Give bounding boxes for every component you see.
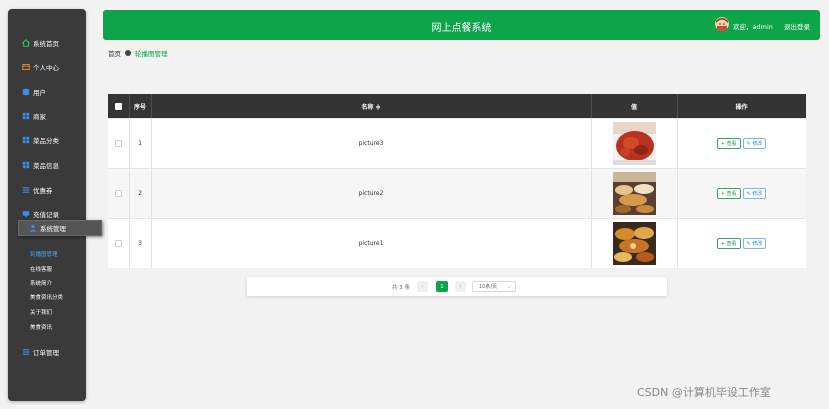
row-image	[612, 222, 656, 265]
view-button[interactable]: + 查看	[716, 138, 741, 149]
sidebar-item-orders[interactable]: 订单管理	[8, 344, 86, 360]
header-name[interactable]: 名称 ≑	[151, 94, 591, 118]
row-index: 2	[138, 190, 142, 197]
edit-button[interactable]: ✎ 修改	[742, 188, 767, 199]
prev-page-button[interactable]: ‹	[417, 281, 428, 292]
monitor-icon	[22, 210, 30, 218]
sidebar-item-home[interactable]: 系统首页	[8, 35, 86, 51]
header-actions: 操作	[735, 103, 748, 111]
table-row: 3 picture1 + 查看 ✎ 修改	[108, 218, 806, 268]
row-index: 1	[138, 140, 142, 147]
breadcrumb: 首页 轮播图管理	[108, 48, 168, 58]
row-checkbox[interactable]	[115, 240, 122, 247]
top-header: 网上点餐系统 欢迎，admin 退出登录	[103, 10, 820, 40]
sidebar-item-label: 个人中心	[33, 64, 59, 72]
header-index: 序号	[133, 103, 146, 111]
pagination: 共 3 条 ‹ 1 › 10条/页 ⌄	[247, 277, 667, 296]
app-title: 网上点餐系统	[431, 23, 492, 34]
avatar[interactable]	[715, 17, 729, 31]
breadcrumb-current: 轮播图管理	[135, 50, 168, 58]
list-icon	[22, 348, 30, 356]
sub-item-carousel[interactable]: 轮播图管理	[30, 250, 58, 258]
home-icon	[22, 39, 30, 47]
sidebar-item-merchants[interactable]: 商家	[8, 108, 86, 124]
edit-button[interactable]: ✎ 修改	[742, 238, 767, 249]
pagination-total: 共 3 条	[392, 285, 410, 291]
table-row: 2 picture2 + 查看 ✎ 修改	[108, 168, 806, 218]
sidebar-item-dish-category[interactable]: 菜品分类	[8, 132, 86, 148]
sidebar-item-system[interactable]: 系统管理	[18, 220, 102, 236]
grid-icon	[22, 112, 30, 120]
edit-button[interactable]: ✎ 修改	[742, 138, 767, 149]
sidebar-item-label: 用户	[33, 89, 46, 97]
sidebar-item-dish-info[interactable]: 菜品信息	[8, 157, 86, 173]
sidebar: 系统首页 个人中心 用户 商家 菜品分类 菜品信息 优惠券 充值记录 系统管理 …	[8, 9, 102, 401]
wallet-icon	[22, 63, 30, 71]
header-value: 值	[630, 103, 637, 111]
row-image	[612, 122, 656, 165]
sidebar-item-profile[interactable]: 个人中心	[8, 59, 86, 75]
carousel-table: 序号 名称 ≑ 值 操作 1 picture3 + 查看 ✎ 修改 2 pict…	[108, 94, 806, 268]
breadcrumb-home[interactable]: 首页	[108, 48, 121, 58]
watermark: CSDN @计算机毕设工作室	[637, 386, 771, 399]
table-row: 1 picture3 + 查看 ✎ 修改	[108, 118, 806, 168]
sub-item-food-news-category[interactable]: 美食资讯分类	[30, 293, 63, 301]
next-page-button[interactable]: ›	[455, 281, 466, 292]
row-image	[612, 172, 656, 215]
breadcrumb-separator-icon	[125, 50, 131, 56]
sub-item-about[interactable]: 关于我们	[30, 308, 52, 316]
row-checkbox[interactable]	[115, 140, 122, 147]
sidebar-item-users[interactable]: 用户	[8, 84, 86, 100]
page-number-1[interactable]: 1	[436, 281, 448, 292]
logout-link[interactable]: 退出登录	[784, 21, 810, 31]
select-all-checkbox[interactable]	[115, 102, 122, 110]
sidebar-item-label: 商家	[33, 113, 46, 121]
sidebar-item-label: 菜品分类	[33, 137, 59, 145]
sub-item-food-news[interactable]: 美食资讯	[30, 323, 52, 331]
sidebar-item-label: 充值记录	[33, 211, 59, 219]
row-name: picture2	[358, 190, 384, 197]
sidebar-item-label: 优惠券	[33, 187, 53, 195]
view-button[interactable]: + 查看	[716, 188, 741, 199]
grid-icon	[22, 161, 30, 169]
cylinder-icon	[22, 88, 30, 96]
sidebar-item-label: 系统管理	[40, 225, 66, 233]
row-name: picture3	[358, 140, 384, 147]
row-name: picture1	[358, 240, 384, 247]
chevron-down-icon: ⌄	[506, 284, 511, 290]
sub-item-system-intro[interactable]: 系统简介	[30, 279, 52, 287]
sub-item-online-service[interactable]: 在线客服	[30, 265, 52, 273]
list-icon	[22, 186, 30, 194]
sidebar-item-label: 系统首页	[33, 40, 59, 48]
view-button[interactable]: + 查看	[716, 238, 741, 249]
sidebar-item-coupons[interactable]: 优惠券	[8, 182, 86, 198]
table-header: 序号 名称 ≑ 值 操作	[108, 94, 806, 118]
sidebar-item-label: 菜品信息	[33, 162, 59, 170]
user-icon	[29, 224, 37, 232]
grid-icon	[22, 136, 30, 144]
welcome-text: 欢迎，admin	[733, 23, 773, 31]
row-index: 3	[138, 240, 142, 247]
page-size-select[interactable]: 10条/页 ⌄	[472, 281, 516, 292]
sidebar-item-label: 订单管理	[33, 349, 59, 357]
row-checkbox[interactable]	[115, 190, 122, 197]
